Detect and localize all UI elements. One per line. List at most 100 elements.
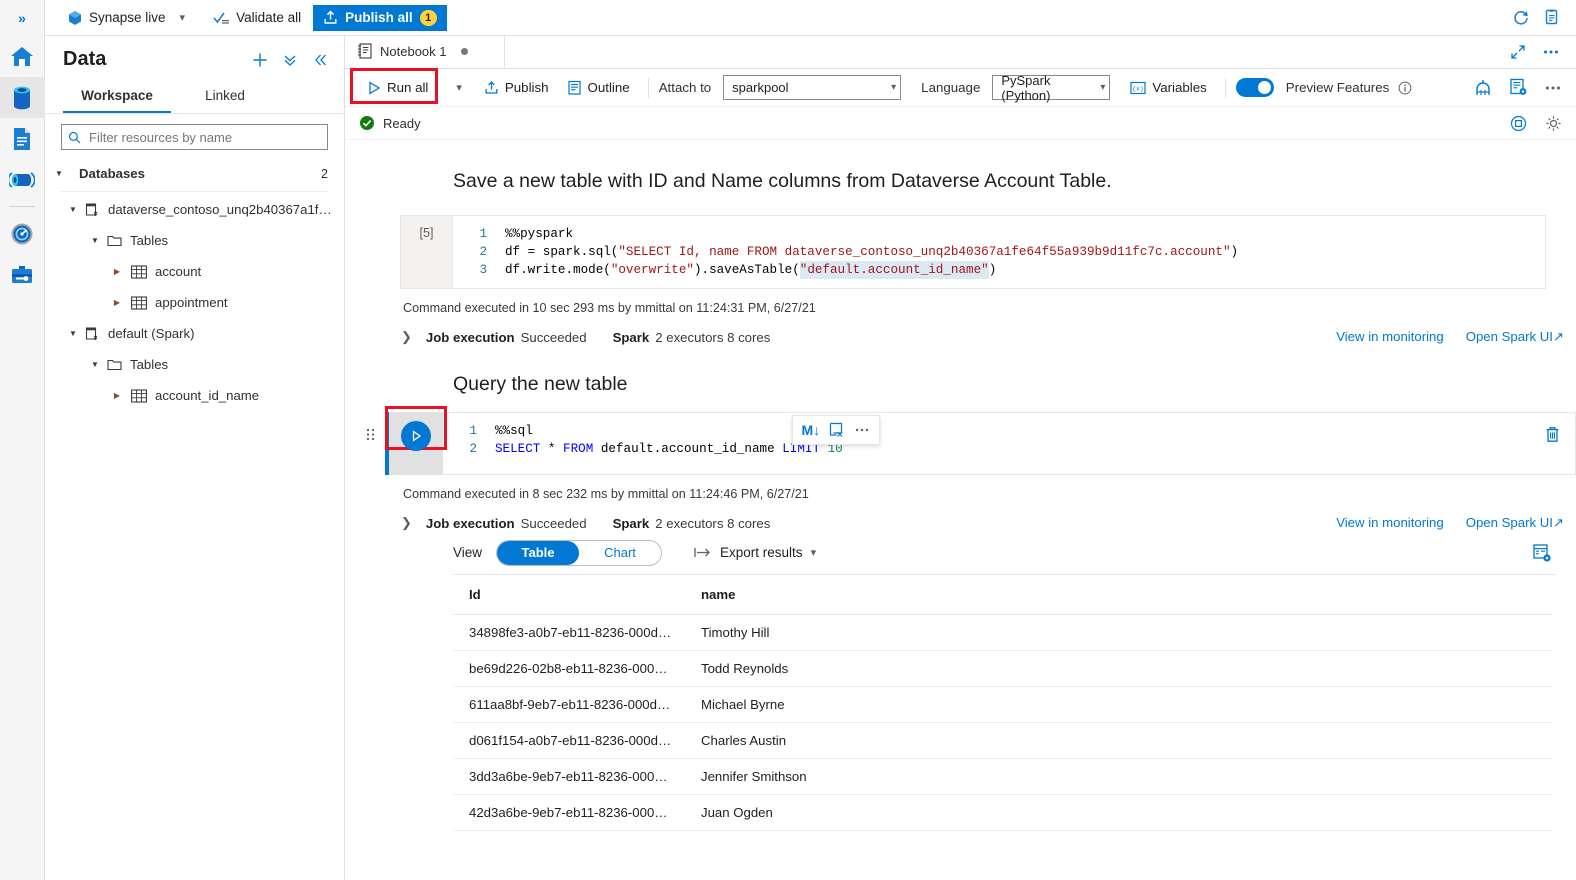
refresh-icon[interactable] <box>1512 9 1530 27</box>
outline-label: Outline <box>587 80 630 95</box>
feedback-icon[interactable] <box>1544 9 1562 27</box>
rail-item-manage[interactable] <box>0 254 45 295</box>
markdown-cell-1[interactable]: Save a new table with ID and Name column… <box>345 140 1576 215</box>
filter-box[interactable] <box>61 124 328 150</box>
clear-output-icon[interactable] <box>829 422 845 438</box>
table-row[interactable]: 34898fe3-a0b7-eb11-8236-000d… Timothy Hi… <box>453 614 1553 651</box>
view-in-monitoring-link[interactable]: View in monitoring <box>1336 515 1444 531</box>
table-row[interactable]: be69d226-02b8-eb11-8236-000… Todd Reynol… <box>453 650 1553 687</box>
publish-button[interactable]: Publish <box>476 74 557 102</box>
code-text: %%sql <box>495 424 533 438</box>
expand-rail-icon[interactable]: » <box>0 0 44 36</box>
rail-item-develop[interactable] <box>0 118 45 159</box>
code-text: %%pyspark <box>505 227 574 241</box>
tree-node-table-appointment[interactable]: ▶ appointment <box>45 287 344 318</box>
resource-tree: ▼ Databases 2 ▼ dataverse_contoso_unq2b4… <box>45 150 344 411</box>
gear-icon[interactable] <box>1545 115 1562 132</box>
chevron-right-icon[interactable]: ▶ <box>111 298 123 307</box>
cell-drag-handle[interactable] <box>359 412 381 475</box>
view-in-monitoring-link[interactable]: View in monitoring <box>1336 329 1444 345</box>
tree-label-databases: Databases <box>79 166 145 181</box>
cell-run-button[interactable] <box>401 421 431 451</box>
rail-item-home[interactable] <box>0 36 45 77</box>
job-execution-row-1[interactable]: ❯ Job execution Succeeded Spark 2 execut… <box>401 329 1576 345</box>
sql-keyword: FROM <box>563 442 594 456</box>
session-settings-icon[interactable] <box>1509 78 1528 97</box>
chevron-down-icon[interactable]: ▼ <box>67 205 79 214</box>
table-row[interactable]: 3dd3a6be-9eb7-eb11-8236-000… Jennifer Sm… <box>453 758 1553 795</box>
preview-features-toggle[interactable] <box>1235 78 1274 97</box>
collapse-panel-icon[interactable] <box>312 52 328 68</box>
open-spark-ui-link[interactable]: Open Spark UI↗ <box>1466 515 1564 531</box>
cell-name: Michael Byrne <box>685 686 955 723</box>
variables-label: Variables <box>1152 80 1207 95</box>
cell-more-options-icon[interactable] <box>854 423 870 437</box>
table-row[interactable]: d061f154-a0b7-eb11-8236-000d… Charles Au… <box>453 722 1553 759</box>
chevron-down-icon[interactable]: ▼ <box>89 236 101 245</box>
tree-node-tables-folder[interactable]: ▼ Tables <box>45 349 344 380</box>
code-cell-2[interactable]: 1 %%sql 2 SELECT * FROM default.account_… <box>345 406 1576 475</box>
spark-label: Spark <box>612 329 650 345</box>
table-row[interactable]: 42d3a6be-9eb7-eb11-8236-000… Juan Ogden <box>453 794 1553 831</box>
chevron-right-icon[interactable]: ❯ <box>401 515 412 531</box>
rail-item-data[interactable] <box>0 77 45 118</box>
tree-node-databases[interactable]: ▼ Databases 2 <box>45 158 344 189</box>
tab-notebook-1[interactable]: Notebook 1 <box>345 36 505 68</box>
tree-node-database[interactable]: ▼ dataverse_contoso_unq2b40367a1f… <box>45 194 344 225</box>
validate-all-label: Validate all <box>236 10 302 25</box>
job-execution-row-2[interactable]: ❯ Job execution Succeeded Spark 2 execut… <box>401 515 1576 531</box>
column-header-id[interactable]: Id <box>453 575 685 615</box>
table-row[interactable]: 611aa8bf-9eb7-eb11-8236-000d… Michael By… <box>453 686 1553 723</box>
column-header-name[interactable]: name <box>685 575 955 615</box>
chevron-right-icon[interactable]: ▶ <box>111 391 123 400</box>
toggle-table[interactable]: Table <box>497 540 580 565</box>
validate-all-button[interactable]: Validate all <box>205 5 309 31</box>
search-input[interactable] <box>87 128 321 146</box>
chevron-right-icon[interactable]: ▶ <box>111 267 123 276</box>
open-spark-ui-link[interactable]: Open Spark UI↗ <box>1466 329 1564 345</box>
chevron-down-icon[interactable]: ▼ <box>67 329 79 338</box>
synapse-live-chevron-down-icon[interactable]: ▾ <box>174 11 192 24</box>
publish-all-button[interactable]: Publish all 1 <box>313 4 447 31</box>
rail-item-integrate[interactable] <box>0 159 45 200</box>
outline-button[interactable]: Outline <box>559 74 638 102</box>
tree-node-tables-folder[interactable]: ▼ Tables <box>45 225 344 256</box>
tree-node-table-account[interactable]: ▶ account <box>45 256 344 287</box>
tree-node-database[interactable]: ▼ default (Spark) <box>45 318 344 349</box>
run-all-button[interactable]: Run all <box>350 67 438 104</box>
markdown-cell-2[interactable]: Query the new table <box>453 373 1576 396</box>
variables-button[interactable]: (x) Variables <box>1122 74 1214 102</box>
stop-session-icon[interactable] <box>1510 115 1527 132</box>
chevron-right-icon[interactable]: ❯ <box>401 329 412 345</box>
code-editor-2[interactable]: 1 %%sql 2 SELECT * FROM default.account_… <box>443 412 1576 475</box>
tree-label-database: dataverse_contoso_unq2b40367a1f… <box>108 202 332 217</box>
chevron-down-icon[interactable]: ▼ <box>89 360 101 369</box>
tab-linked[interactable]: Linked <box>171 81 279 113</box>
code-editor-1[interactable]: 1 %%pyspark 2 df = spark.sql("SELECT Id,… <box>452 215 1546 289</box>
attach-to-select[interactable]: sparkpool ▾ <box>723 75 902 100</box>
export-results-button[interactable]: Export results ▾ <box>694 545 816 560</box>
attach-to-label: Attach to <box>658 80 712 95</box>
more-options-icon[interactable] <box>1544 80 1562 96</box>
database-node-icon <box>79 326 108 341</box>
tree-node-table-account-id-name[interactable]: ▶ account_id_name <box>45 380 344 411</box>
language-select[interactable]: PySpark (Python) ▾ <box>992 73 1111 103</box>
toggle-chart[interactable]: Chart <box>579 541 661 565</box>
run-all-chevron-down-icon[interactable]: ▾ <box>450 81 468 94</box>
expand-icon[interactable] <box>1510 44 1526 60</box>
cell-id: d061f154-a0b7-eb11-8236-000d… <box>453 722 685 759</box>
notebook-scroll-body[interactable]: Save a new table with ID and Name column… <box>345 140 1576 880</box>
code-cell-1[interactable]: [5] 1 %%pyspark 2 df = spark.sql("SELECT… <box>400 215 1546 289</box>
chevron-down-icon[interactable]: ▼ <box>53 169 65 178</box>
collapse-all-icon[interactable] <box>282 52 298 68</box>
convert-to-markdown-icon[interactable]: M↓ <box>802 422 821 438</box>
add-new-resource-icon[interactable] <box>252 52 268 68</box>
trash-icon[interactable] <box>1544 426 1561 458</box>
more-options-icon[interactable] <box>1542 44 1560 60</box>
rail-item-monitor[interactable] <box>0 213 45 254</box>
info-icon[interactable] <box>1391 81 1412 95</box>
monitor-sessions-icon[interactable] <box>1473 78 1493 98</box>
tab-workspace[interactable]: Workspace <box>63 81 171 113</box>
synapse-live-selector[interactable]: Synapse live <box>59 5 174 31</box>
results-settings-icon[interactable] <box>1532 543 1552 563</box>
